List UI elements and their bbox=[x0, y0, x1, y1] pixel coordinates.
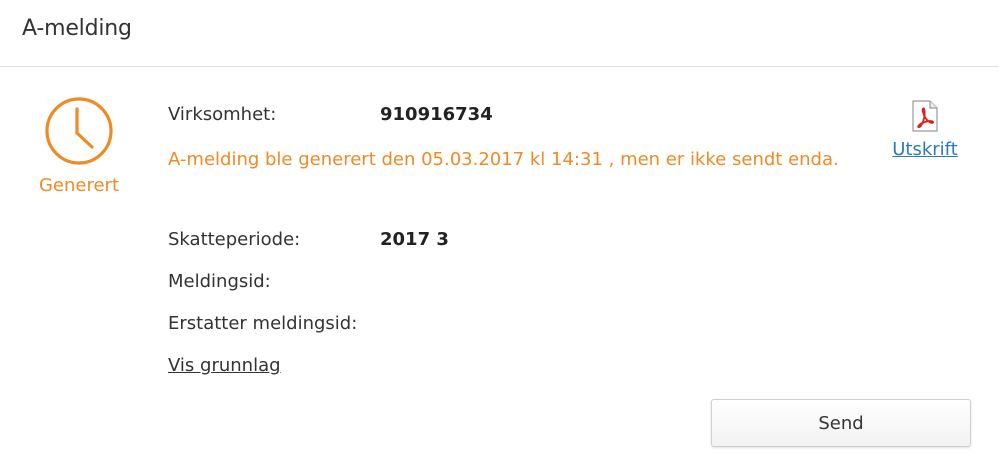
skatteperiode-label: Skatteperiode: bbox=[168, 229, 301, 250]
print-block[interactable]: Utskrift bbox=[880, 100, 970, 160]
print-link[interactable]: Utskrift bbox=[880, 139, 970, 160]
panel-header: A-melding bbox=[0, 0, 999, 67]
status-label: Generert bbox=[38, 175, 120, 196]
status-message: A-melding ble generert den 05.03.2017 kl… bbox=[168, 149, 839, 170]
clock-icon bbox=[45, 97, 113, 165]
meldingsid-label: Meldingsid: bbox=[168, 271, 271, 292]
pdf-icon[interactable] bbox=[912, 100, 938, 132]
send-button[interactable]: Send bbox=[711, 399, 971, 447]
status-block: Generert bbox=[28, 95, 130, 196]
virksomhet-label: Virksomhet: bbox=[168, 104, 277, 125]
skatteperiode-value: 2017 3 bbox=[380, 229, 449, 250]
erstatter-meldingsid-label: Erstatter meldingsid: bbox=[168, 313, 358, 334]
page-title: A-melding bbox=[22, 16, 132, 41]
virksomhet-value: 910916734 bbox=[380, 104, 493, 125]
vis-grunnlag-link[interactable]: Vis grunnlag bbox=[168, 355, 281, 376]
